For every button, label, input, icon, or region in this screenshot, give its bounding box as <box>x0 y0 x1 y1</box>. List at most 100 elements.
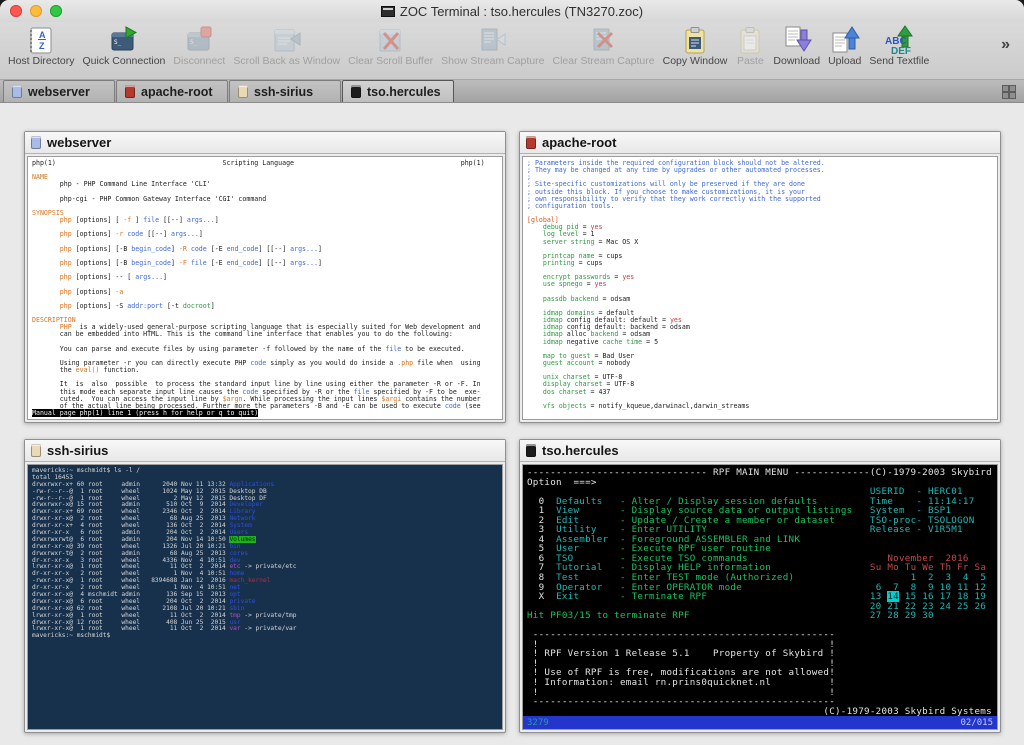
pane-title-text: ssh-sirius <box>47 443 108 458</box>
toolbar-label: Disconnect <box>173 56 225 67</box>
toolbar-host-directory-button[interactable]: AZHost Directory <box>4 24 79 78</box>
minimize-button[interactable] <box>30 5 42 17</box>
terminal-line: server string = Mac OS X <box>527 239 993 246</box>
ssh-sirius-terminal-screen[interactable]: mavericks:~ mschmidt$ ls -l /total 16453… <box>28 465 502 729</box>
toolbar-clear-stream-capture-button: Clear Stream Capture <box>548 24 658 78</box>
pane-ssh-sirius: ssh-sirius mavericks:~ mschmidt$ ls -l /t… <box>24 439 506 733</box>
svg-text:S_: S_ <box>190 39 198 46</box>
clear-scroll-buffer-icon <box>376 25 406 56</box>
terminal-line: guest account = nobody <box>527 360 993 367</box>
toolbar-copy-window-button[interactable]: Copy Window <box>659 24 732 78</box>
svg-text:A: A <box>39 30 46 40</box>
terminal-line: vfs objects = notify_kqueue,darwinacl,da… <box>527 403 993 410</box>
toolbar-quick-connection-button[interactable]: S_ Quick Connection <box>79 24 170 78</box>
terminal-line <box>32 203 498 210</box>
terminal-line: printing = cups <box>527 260 993 267</box>
svg-text:Z: Z <box>39 41 45 51</box>
tab-tso-hercules[interactable]: tso.hercules <box>342 80 454 102</box>
app-window-icon <box>381 6 395 17</box>
toolbar-download-button[interactable]: Download <box>769 24 824 78</box>
pane-title-text: tso.hercules <box>542 443 619 458</box>
send-textfile-icon: ABCDEF <box>884 25 914 56</box>
terminal-line: debug pid = yes <box>527 224 993 231</box>
toolbar-paste-button: Paste <box>731 24 769 78</box>
terminal-line: php [options] -S addr:port [-t docroot] <box>32 303 498 310</box>
zoc-terminal-window: ZOC Terminal : tso.hercules (TN3270.zoc)… <box>0 0 1024 745</box>
terminal-line: mavericks:~ mschmidt$ ls -l / <box>32 468 498 475</box>
toolbar-label: Send Textfile <box>869 56 929 67</box>
pane-title-text: webserver <box>47 135 111 150</box>
toolbar-label: Clear Stream Capture <box>552 56 654 67</box>
toolbar-label: Quick Connection <box>83 56 166 67</box>
webserver-pane-icon <box>31 136 41 149</box>
tab-apache-root[interactable]: apache-root <box>116 80 228 102</box>
terminal-line: php [options] [-B begin_code] -F file [-… <box>32 260 498 267</box>
toolbar-label: Scroll Back as Window <box>233 56 340 67</box>
terminal-type-label: 3279 <box>527 718 549 728</box>
toolbar-upload-button[interactable]: Upload <box>824 24 865 78</box>
terminal-line: php-cgi - PHP Common Gateway Interface '… <box>32 196 498 203</box>
ssh-sirius-pane-body: mavericks:~ mschmidt$ ls -l /total 16453… <box>27 464 503 730</box>
terminal-line: passdb backend = odsam <box>527 296 993 303</box>
tso-hercules-pane-icon <box>526 444 536 457</box>
terminal-line <box>32 167 498 174</box>
zoom-button[interactable] <box>50 5 62 17</box>
quick-connection-icon: S_ <box>109 25 139 56</box>
tab-label: apache-root <box>141 85 213 99</box>
pane-webserver: webserver php(1) Scripting Language php(1… <box>24 131 506 423</box>
terminal-desktop: webserver php(1) Scripting Language php(1… <box>0 103 1024 745</box>
terminal-line: Manual page php(1) line 1 (press h for h… <box>32 410 498 417</box>
apache-root-pane-body: ; Parameters inside the required configu… <box>522 156 998 420</box>
cursor-position-label: 02/015 <box>960 718 993 728</box>
tile-view-icon[interactable] <box>1002 85 1016 99</box>
toolbar-label: Host Directory <box>8 56 75 67</box>
toolbar-label: Paste <box>737 56 764 67</box>
webserver-terminal-screen[interactable]: php(1) Scripting Language php(1)NAME php… <box>28 157 502 419</box>
tso-hercules-terminal-screen[interactable]: ------------------------------- RPF MAIN… <box>523 465 997 716</box>
window-title-text: ZOC Terminal : tso.hercules (TN3270.zoc) <box>400 4 643 19</box>
copy-window-icon <box>680 25 710 56</box>
pane-title-text: apache-root <box>542 135 616 150</box>
pane-tso-hercules-titlebar[interactable]: tso.hercules <box>520 440 1000 462</box>
pane-apache-root: apache-root ; Parameters inside the requi… <box>519 131 1001 423</box>
close-button[interactable] <box>10 5 22 17</box>
terminal-line: (C)-1979-2003 Skybird Systems <box>527 707 993 716</box>
clear-stream-capture-icon <box>589 25 619 56</box>
tab-webserver[interactable]: webserver <box>3 80 115 102</box>
toolbar-label: Copy Window <box>663 56 728 67</box>
terminal-line: php(1) Scripting Language php(1) <box>32 160 498 167</box>
pane-webserver-titlebar[interactable]: webserver <box>25 132 505 154</box>
toolbar-overflow-icon[interactable]: » <box>1001 36 1020 68</box>
terminal-line: mavericks:~ mschmidt$ <box>32 633 498 640</box>
traffic-lights <box>10 5 62 17</box>
terminal-line: php [options] -r code [[--] args...] <box>32 231 498 238</box>
upload-icon <box>830 25 860 56</box>
show-stream-capture-icon <box>478 25 508 56</box>
terminal-line: ; configuration tools. <box>527 203 993 210</box>
pane-ssh-sirius-titlebar[interactable]: ssh-sirius <box>25 440 505 462</box>
tso-hercules-pane-body: ------------------------------- RPF MAIN… <box>522 464 998 730</box>
ssh-sirius-tab-icon <box>238 85 248 98</box>
terminal-line: Hit PF03/15 to terminate RPF 27 28 29 30 <box>527 611 993 621</box>
toolbar-send-textfile-button[interactable]: ABCDEFSend Textfile <box>865 24 933 78</box>
toolbar-show-stream-capture-button: Show Stream Capture <box>437 24 548 78</box>
webserver-tab-icon <box>12 85 22 98</box>
toolbar-label: Download <box>773 56 820 67</box>
tab-label: tso.hercules <box>367 85 441 99</box>
tso-hercules-tab-icon <box>351 85 361 98</box>
pane-apache-root-titlebar[interactable]: apache-root <box>520 132 1000 154</box>
terminal-line: php [options] [ -f ] file [[--] args...] <box>32 217 498 224</box>
toolbar-scroll-back-as-window-button: Scroll Back as Window <box>229 24 344 78</box>
download-icon <box>782 25 812 56</box>
paste-icon <box>735 25 765 56</box>
window-titlebar[interactable]: ZOC Terminal : tso.hercules (TN3270.zoc) <box>0 0 1024 22</box>
terminal-line: php [options] [-B begin_code] -R code [-… <box>32 246 498 253</box>
tab-ssh-sirius[interactable]: ssh-sirius <box>229 80 341 102</box>
svg-text:S_: S_ <box>114 39 122 46</box>
toolbar-label: Upload <box>828 56 861 67</box>
scrollback-window-icon <box>272 25 302 56</box>
host-directory-icon: AZ <box>26 25 56 56</box>
terminal-line: idmap negative cache time = 5 <box>527 339 993 346</box>
apache-root-terminal-screen[interactable]: ; Parameters inside the required configu… <box>523 157 997 419</box>
terminal-line: the eval() function. <box>32 367 498 374</box>
